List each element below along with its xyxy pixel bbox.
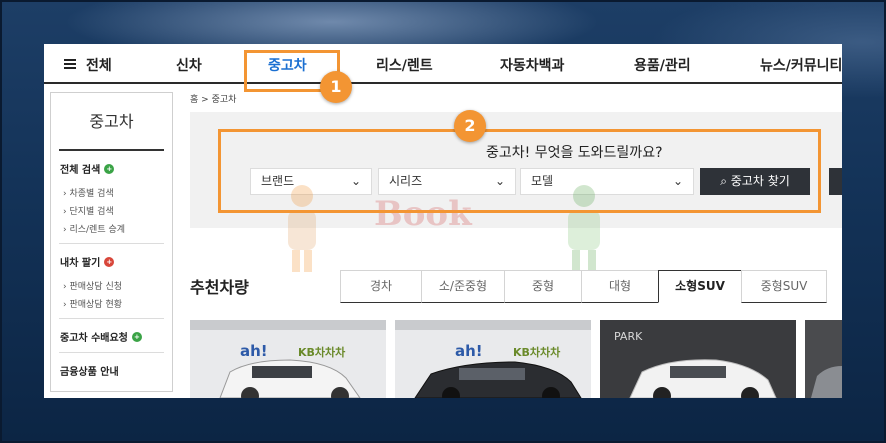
car-type-tabs: 경차 소/준중형 중형 대형 소형SUV 중형SUV	[340, 270, 842, 303]
recommended-title: 추천차량	[190, 278, 249, 297]
divider	[59, 352, 164, 353]
browser-viewport: 전체 신차 중고차 리스/렌트 자동차백과 용품/관리 뉴스/커뮤니티 중고차 …	[44, 44, 842, 398]
svg-text:ah!: ah!	[455, 342, 483, 360]
nav-car-encyclopedia[interactable]: 자동차백과	[500, 55, 564, 75]
sidebar-link-sale-request[interactable]: › 판매상담 신청	[51, 279, 172, 292]
sidebar-link-lease-transfer[interactable]: › 리스/렌트 승계	[51, 222, 172, 235]
tab-midsize[interactable]: 중형	[504, 270, 582, 303]
car-photo: ah! KB차차차	[190, 320, 386, 398]
car-card[interactable]	[805, 320, 842, 398]
menu-icon[interactable]	[64, 59, 76, 69]
breadcrumb-current: 중고차	[211, 95, 237, 105]
svg-text:ah!: ah!	[240, 342, 268, 360]
tab-small-suv[interactable]: 소형SUV	[658, 270, 742, 303]
breadcrumb-home[interactable]: 홈	[190, 95, 198, 105]
sidebar-link-by-complex[interactable]: › 단지별 검색	[51, 204, 172, 217]
plus-icon: +	[104, 256, 115, 267]
sidebar-link-by-type[interactable]: › 차종별 검색	[51, 186, 172, 199]
breadcrumb-separator: >	[201, 95, 209, 105]
plus-icon: +	[131, 331, 142, 342]
sidebar-item-all-search[interactable]: 전체 검색 +	[51, 161, 172, 176]
sidebar-item-sell-car[interactable]: 내차 팔기 +	[51, 254, 172, 269]
svg-text:KB차차차: KB차차차	[298, 345, 346, 359]
top-navigation: 전체 신차 중고차 리스/렌트 자동차백과 용품/관리 뉴스/커뮤니티	[44, 44, 842, 84]
divider	[59, 243, 164, 244]
breadcrumb: 홈 > 중고차	[190, 92, 236, 105]
car-card[interactable]: ah! KB차차차	[190, 320, 386, 398]
sidebar-item-label: 내차 팔기	[60, 258, 101, 269]
plus-icon: +	[104, 163, 115, 174]
sidebar-item-finance[interactable]: 금융상품 안내	[51, 363, 172, 378]
tab-light-car[interactable]: 경차	[340, 270, 422, 303]
car-card[interactable]: ah! KB차차차	[395, 320, 591, 398]
car-photo: ah! KB차차차	[395, 320, 591, 398]
sidebar-item-label: 금융상품 안내	[60, 367, 119, 378]
tab-mid-suv[interactable]: 중형SUV	[741, 270, 827, 303]
svg-text:KB차차차: KB차차차	[513, 345, 561, 359]
step-badge-2: 2	[454, 110, 486, 142]
svg-text:PARK: PARK	[614, 330, 643, 343]
highlight-box-2	[218, 129, 821, 213]
sidebar-item-label: 전체 검색	[60, 165, 101, 176]
car-photo	[805, 320, 842, 398]
nav-all[interactable]: 전체	[86, 55, 112, 75]
divider	[59, 318, 164, 319]
nav-accessories[interactable]: 용품/관리	[634, 55, 691, 75]
sidebar: 중고차 전체 검색 + › 차종별 검색 › 단지별 검색 › 리스/렌트 승계…	[50, 92, 173, 392]
tab-compact[interactable]: 소/준중형	[421, 270, 505, 303]
sidebar-item-request[interactable]: 중고차 수배요청 +	[51, 329, 172, 344]
nav-new-car[interactable]: 신차	[176, 55, 202, 75]
sidebar-link-sale-status[interactable]: › 판매상담 현황	[51, 297, 172, 310]
search-panel-edge	[829, 168, 842, 195]
step-badge-1: 1	[320, 71, 352, 103]
sidebar-title: 중고차	[59, 93, 164, 151]
car-photo: PARK	[600, 320, 796, 398]
nav-lease-rent[interactable]: 리스/렌트	[376, 55, 433, 75]
tab-large[interactable]: 대형	[581, 270, 659, 303]
sidebar-item-label: 중고차 수배요청	[60, 333, 128, 344]
car-card[interactable]: PARK	[600, 320, 796, 398]
nav-news-community[interactable]: 뉴스/커뮤니티	[760, 55, 842, 75]
